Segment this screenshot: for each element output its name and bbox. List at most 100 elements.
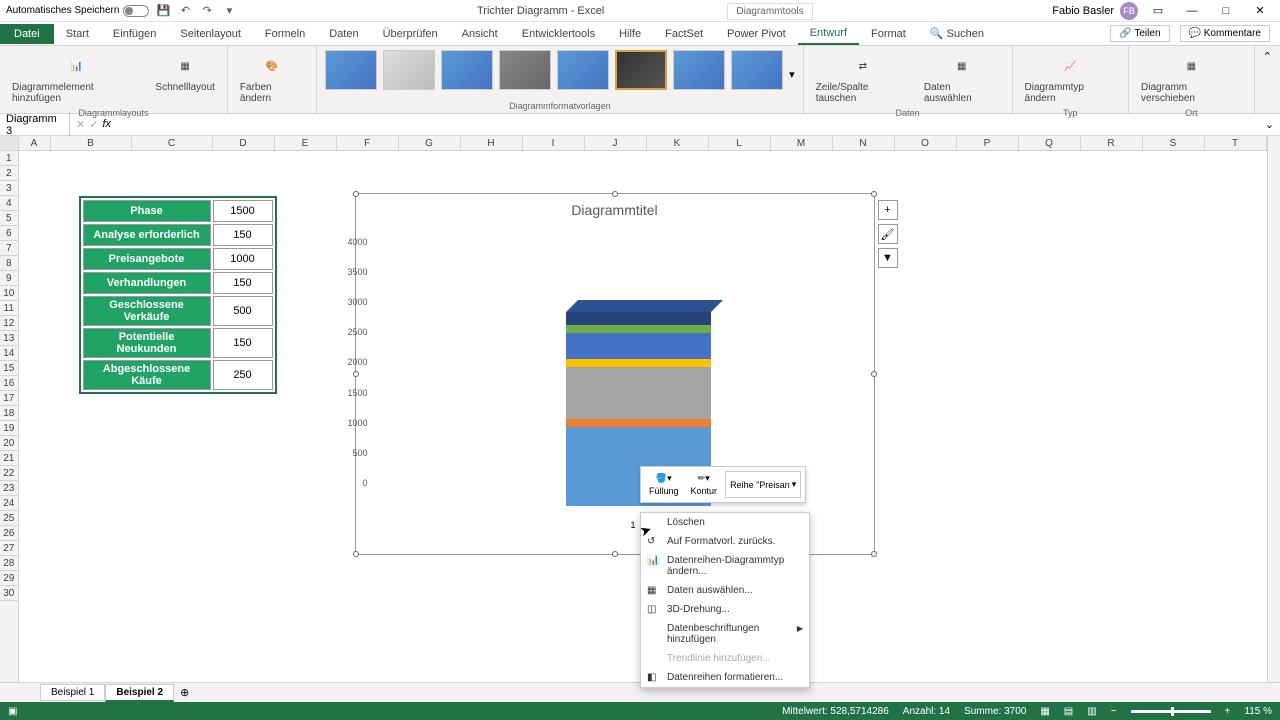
menu-add-labels[interactable]: Datenbeschriftungen hinzufügen▶	[641, 619, 809, 649]
tab-factset[interactable]: FactSet	[653, 24, 715, 44]
chart-style-7[interactable]	[673, 50, 725, 90]
chart-filter-icon[interactable]: ▼	[878, 248, 898, 268]
data-table[interactable]: Phase1500Analyse erforderlich150Preisang…	[79, 196, 277, 394]
add-sheet-icon[interactable]: ⊕	[174, 684, 195, 701]
maximize-icon[interactable]: □	[1212, 1, 1240, 21]
chart-segment[interactable]	[566, 367, 711, 420]
sheet-tab-beispiel1[interactable]: Beispiel 1	[40, 684, 105, 701]
chart-style-3[interactable]	[441, 50, 493, 90]
close-icon[interactable]: ✕	[1246, 1, 1274, 21]
style-gallery-more-icon[interactable]: ▾	[789, 68, 795, 81]
formula-bar[interactable]	[117, 123, 1259, 127]
select-data-button[interactable]: ▦Daten auswählen	[920, 50, 1004, 106]
share-button[interactable]: 🔗 Teilen	[1110, 25, 1169, 42]
rotation-icon: ◫	[647, 604, 659, 616]
zoom-slider[interactable]	[1131, 710, 1211, 713]
tab-daten[interactable]: Daten	[317, 24, 370, 44]
chart-title[interactable]: Diagrammtitel	[356, 194, 874, 226]
chart-segment[interactable]	[566, 325, 711, 333]
fill-icon: 🪣▾	[656, 473, 672, 484]
view-pagebreak-icon[interactable]: ▥	[1087, 706, 1096, 717]
format-icon: ◧	[647, 672, 659, 684]
menu-delete[interactable]: Löschen	[641, 513, 809, 532]
name-box[interactable]: Diagramm 3	[0, 111, 70, 139]
select-data-icon: ▦	[647, 585, 659, 597]
tab-powerpivot[interactable]: Power Pivot	[715, 24, 798, 44]
user-avatar[interactable]: FB	[1120, 2, 1138, 20]
x-axis-label: 1	[631, 520, 636, 530]
sheet-tab-beispiel2[interactable]: Beispiel 2	[105, 684, 174, 702]
autosave-label: Automatisches Speichern	[6, 5, 119, 16]
switch-row-column-button[interactable]: ⇄Zeile/Spalte tauschen	[812, 50, 914, 106]
tab-start[interactable]: Start	[54, 24, 101, 44]
tab-formeln[interactable]: Formeln	[253, 24, 317, 44]
user-name: Fabio Basler	[1052, 5, 1114, 17]
save-icon[interactable]: 💾	[155, 3, 171, 19]
quick-layout-button[interactable]: ▦Schnelllayout	[151, 50, 218, 95]
tab-uberprufen[interactable]: Überprüfen	[371, 24, 450, 44]
menu-reset-style[interactable]: ↺Auf Formatvorl. zurücks.	[641, 532, 809, 551]
tab-format[interactable]: Format	[859, 24, 918, 44]
document-title: Trichter Diagramm - Excel	[477, 5, 604, 17]
tab-seitenlayout[interactable]: Seitenlayout	[168, 24, 253, 44]
status-average: Mittelwert: 528,5714286	[782, 706, 889, 717]
chart-segment[interactable]	[566, 333, 711, 359]
comments-button[interactable]: 💬 Kommentare	[1180, 25, 1270, 42]
menu-change-series-type[interactable]: 📊Datenreihen-Diagrammtyp ändern...	[641, 551, 809, 581]
file-tab[interactable]: Datei	[0, 24, 54, 44]
chart-segment[interactable]	[566, 359, 711, 367]
chart-segment[interactable]	[566, 312, 711, 325]
chart-style-8[interactable]	[731, 50, 783, 90]
menu-format-series[interactable]: ◧Datenreihen formatieren...	[641, 668, 809, 687]
record-macro-icon[interactable]: ▣	[8, 706, 17, 717]
view-normal-icon[interactable]: ▦	[1040, 706, 1049, 717]
outline-button[interactable]: ✏▾Kontur	[687, 471, 722, 498]
tab-entwicklertools[interactable]: Entwicklertools	[510, 24, 607, 44]
tab-ansicht[interactable]: Ansicht	[450, 24, 510, 44]
series-selector[interactable]: Reihe "Preisan▾	[725, 471, 801, 498]
minimize-icon[interactable]: —	[1178, 1, 1206, 21]
chart-style-1[interactable]	[325, 50, 377, 90]
chevron-down-icon: ▾	[792, 479, 797, 490]
customize-qat-icon[interactable]: ▾	[221, 3, 237, 19]
chart-elements-icon[interactable]: +	[878, 200, 898, 220]
tab-einfugen[interactable]: Einfügen	[101, 24, 168, 44]
chart-tools-tab: Diagrammtools	[727, 3, 812, 20]
chart-style-2[interactable]	[383, 50, 435, 90]
ribbon-display-icon[interactable]: ▭	[1144, 1, 1172, 21]
redo-icon[interactable]: ↷	[199, 3, 215, 19]
collapse-ribbon-icon[interactable]: ⌃	[1255, 46, 1280, 67]
zoom-in-icon[interactable]: +	[1225, 706, 1231, 717]
menu-select-data[interactable]: ▦Daten auswählen...	[641, 581, 809, 600]
tab-entwurf[interactable]: Entwurf	[798, 23, 859, 45]
view-pagelayout-icon[interactable]: ▤	[1064, 706, 1073, 717]
autosave-toggle[interactable]	[123, 5, 149, 17]
change-chart-type-button[interactable]: 📈Diagrammtyp ändern	[1021, 50, 1121, 106]
chart-segment[interactable]	[566, 419, 711, 427]
row-headers[interactable]: 1234567891011121314151617181920212223242…	[0, 136, 19, 682]
group-label-location: Ort	[1137, 106, 1246, 120]
chart-styles-icon[interactable]: 🖌	[878, 224, 898, 244]
fx-icon[interactable]: fx	[102, 118, 111, 131]
chart-style-5[interactable]	[557, 50, 609, 90]
add-chart-element-button[interactable]: 📊Diagrammelement hinzufügen	[8, 50, 145, 106]
group-label-type: Typ	[1021, 106, 1121, 120]
status-sum: Summe: 3700	[964, 706, 1026, 717]
chart-style-6[interactable]	[615, 50, 667, 90]
menu-3d-rotation[interactable]: ◫3D-Drehung...	[641, 600, 809, 619]
fill-button[interactable]: 🪣▾Füllung	[645, 471, 683, 498]
cancel-formula-icon[interactable]: ✕	[76, 118, 85, 131]
chart-style-4[interactable]	[499, 50, 551, 90]
change-colors-button[interactable]: 🎨Farben ändern	[236, 50, 308, 106]
enter-formula-icon[interactable]: ✓	[89, 118, 98, 131]
undo-icon[interactable]: ↶	[177, 3, 193, 19]
zoom-level[interactable]: 115 %	[1244, 706, 1272, 717]
move-chart-button[interactable]: ▦Diagramm verschieben	[1137, 50, 1246, 106]
zoom-out-icon[interactable]: −	[1111, 706, 1117, 717]
expand-formula-bar-icon[interactable]: ⌄	[1259, 118, 1280, 131]
search-tab[interactable]: 🔍 Suchen	[918, 23, 996, 44]
vertical-scrollbar[interactable]	[1267, 136, 1280, 682]
tab-hilfe[interactable]: Hilfe	[607, 24, 653, 44]
column-headers[interactable]: ABCDEFGHIJKLMNOPQRST	[19, 136, 1267, 151]
outline-icon: ✏▾	[698, 473, 710, 484]
